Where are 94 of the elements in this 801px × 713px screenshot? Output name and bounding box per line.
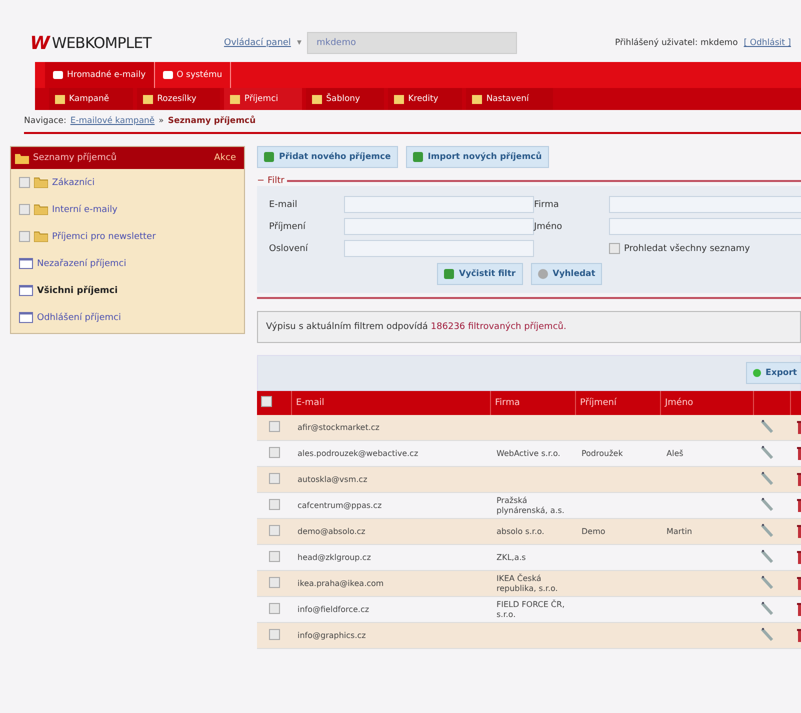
menu-tab[interactable]: Příjemci	[224, 88, 302, 110]
control-panel-link[interactable]: Ovládací panel	[224, 38, 291, 48]
breadcrumb-current: Seznamy příjemců	[168, 116, 256, 126]
list-icon	[19, 285, 33, 296]
breadcrumb-label: Navigace:	[24, 116, 66, 126]
pencil-icon[interactable]	[760, 496, 774, 512]
first-name-field[interactable]	[609, 218, 801, 235]
table-cell: ZKL,a.s	[496, 552, 526, 562]
column-header[interactable]: Firma	[490, 391, 576, 415]
pencil-icon[interactable]	[760, 574, 774, 590]
column-header[interactable]: E-mail	[292, 391, 490, 415]
table-cell: Demo	[582, 527, 606, 536]
field-label: Příjmení	[269, 222, 306, 232]
action-button[interactable]: Přidat nového příjemce	[257, 146, 398, 168]
filter-legend: Filtr	[268, 176, 284, 186]
row-checkbox[interactable]	[268, 629, 280, 640]
folder-icon	[34, 204, 48, 215]
list-icon	[19, 258, 33, 269]
recipient-list-item[interactable]: Příjemci pro newsletter	[52, 232, 156, 242]
table-cell: IKEA Česká republika, s.r.o.	[496, 574, 558, 592]
select-all-checkbox[interactable]	[261, 396, 272, 407]
pencil-icon[interactable]	[760, 444, 774, 460]
table-cell: FIELD FORCE ČR, s.r.o.	[496, 600, 565, 618]
company-field[interactable]	[609, 196, 801, 213]
table-cell: Aleš	[666, 449, 684, 458]
recipient-list-item[interactable]: Odhlášení příjemci	[37, 312, 121, 322]
clear-filter-button[interactable]: Vyčistit filtr	[437, 263, 523, 285]
recipient-list-item[interactable]: Zákazníci	[52, 178, 95, 188]
table-cell: ikea.praha@ikea.com	[292, 570, 490, 596]
menu-tab[interactable]: Kampaně	[49, 88, 134, 110]
pencil-icon[interactable]	[760, 548, 774, 564]
column-header[interactable]: Jméno	[660, 391, 754, 415]
pencil-icon[interactable]	[760, 470, 774, 486]
field-label: Oslovení	[269, 244, 309, 254]
row-checkbox[interactable]	[268, 421, 280, 432]
pencil-icon[interactable]	[760, 626, 774, 642]
checkbox[interactable]	[609, 243, 620, 254]
table-cell: Pražská plynárenská, a.s.	[496, 496, 564, 514]
collapse-toggle[interactable]: −	[257, 176, 265, 186]
row-checkbox[interactable]	[268, 473, 280, 484]
row-checkbox[interactable]	[268, 603, 280, 614]
actions-link[interactable]: Akce	[214, 153, 236, 163]
table-cell: info@graphics.cz	[292, 622, 490, 648]
email-field[interactable]	[344, 196, 534, 213]
list-icon	[19, 312, 33, 323]
checkbox-label: Prohledat všechny seznamy	[624, 244, 750, 254]
checkbox[interactable]	[19, 177, 30, 188]
table-cell: WebActive s.r.o.	[496, 448, 560, 458]
logo-mark: W	[30, 32, 50, 54]
table-cell: Podroužek	[582, 449, 623, 458]
folder-icon	[34, 231, 48, 242]
folder-icon	[34, 177, 48, 188]
recipient-list-item[interactable]: Všichni příjemci	[37, 286, 118, 296]
field-label: Firma	[534, 200, 560, 210]
table-cell: absolo s.r.o.	[496, 526, 544, 536]
account-select[interactable]: mkdemo	[307, 32, 518, 54]
search-button[interactable]: Vyhledat	[530, 263, 602, 285]
menu-tab[interactable]: Rozesílky	[137, 88, 220, 110]
row-checkbox[interactable]	[268, 447, 280, 458]
breadcrumb-link[interactable]: E-mailové kampaně	[70, 116, 155, 126]
main-tab[interactable]: Hromadné e-maily	[45, 62, 155, 88]
menu-tab[interactable]: Kredity	[388, 88, 462, 110]
field-label: E-mail	[269, 200, 298, 210]
breadcrumb-separator: »	[158, 116, 164, 126]
salutation-field[interactable]	[344, 240, 534, 257]
folder-icon	[15, 152, 29, 164]
logout-link[interactable]: [ Odhlásit ]	[744, 38, 791, 48]
field-label: Jméno	[534, 222, 564, 232]
column-header[interactable]: Příjmení	[576, 391, 660, 415]
row-checkbox[interactable]	[268, 525, 280, 536]
user-label: Přihlášený uživatel: mkdemo	[614, 38, 738, 48]
table-cell: demo@absolo.cz	[292, 518, 490, 544]
separator-arrow: ▾	[296, 38, 302, 48]
menu-tab[interactable]: Nastavení	[466, 88, 553, 110]
table-cell: Martin	[666, 527, 692, 536]
checkbox[interactable]	[19, 231, 30, 242]
surname-field[interactable]	[344, 218, 534, 235]
recipient-list-item[interactable]: Interní e-maily	[52, 204, 118, 214]
row-checkbox[interactable]	[268, 499, 280, 510]
sidebar-title: Seznamy příjemců	[33, 153, 118, 163]
pencil-icon[interactable]	[760, 522, 774, 538]
pencil-icon[interactable]	[760, 600, 774, 616]
table-cell: afir@stockmarket.cz	[292, 415, 490, 440]
checkbox[interactable]	[19, 204, 30, 215]
row-checkbox[interactable]	[268, 577, 280, 588]
table-cell: autoskla@vsm.cz	[292, 466, 490, 492]
menu-tab[interactable]: Šablony	[306, 88, 384, 110]
action-button[interactable]: Import nových příjemců	[406, 146, 549, 168]
export-button[interactable]: Export	[746, 362, 801, 384]
recipient-list-item[interactable]: Nezařazení příjemci	[37, 258, 126, 268]
pencil-icon[interactable]	[760, 418, 774, 434]
logo-text: WEBKOMPLET	[52, 34, 152, 52]
row-checkbox[interactable]	[268, 551, 280, 562]
result-text: Výpisu s aktuálním filtrem odpovídá 186236 filtrovaných příjemců.	[266, 322, 566, 332]
